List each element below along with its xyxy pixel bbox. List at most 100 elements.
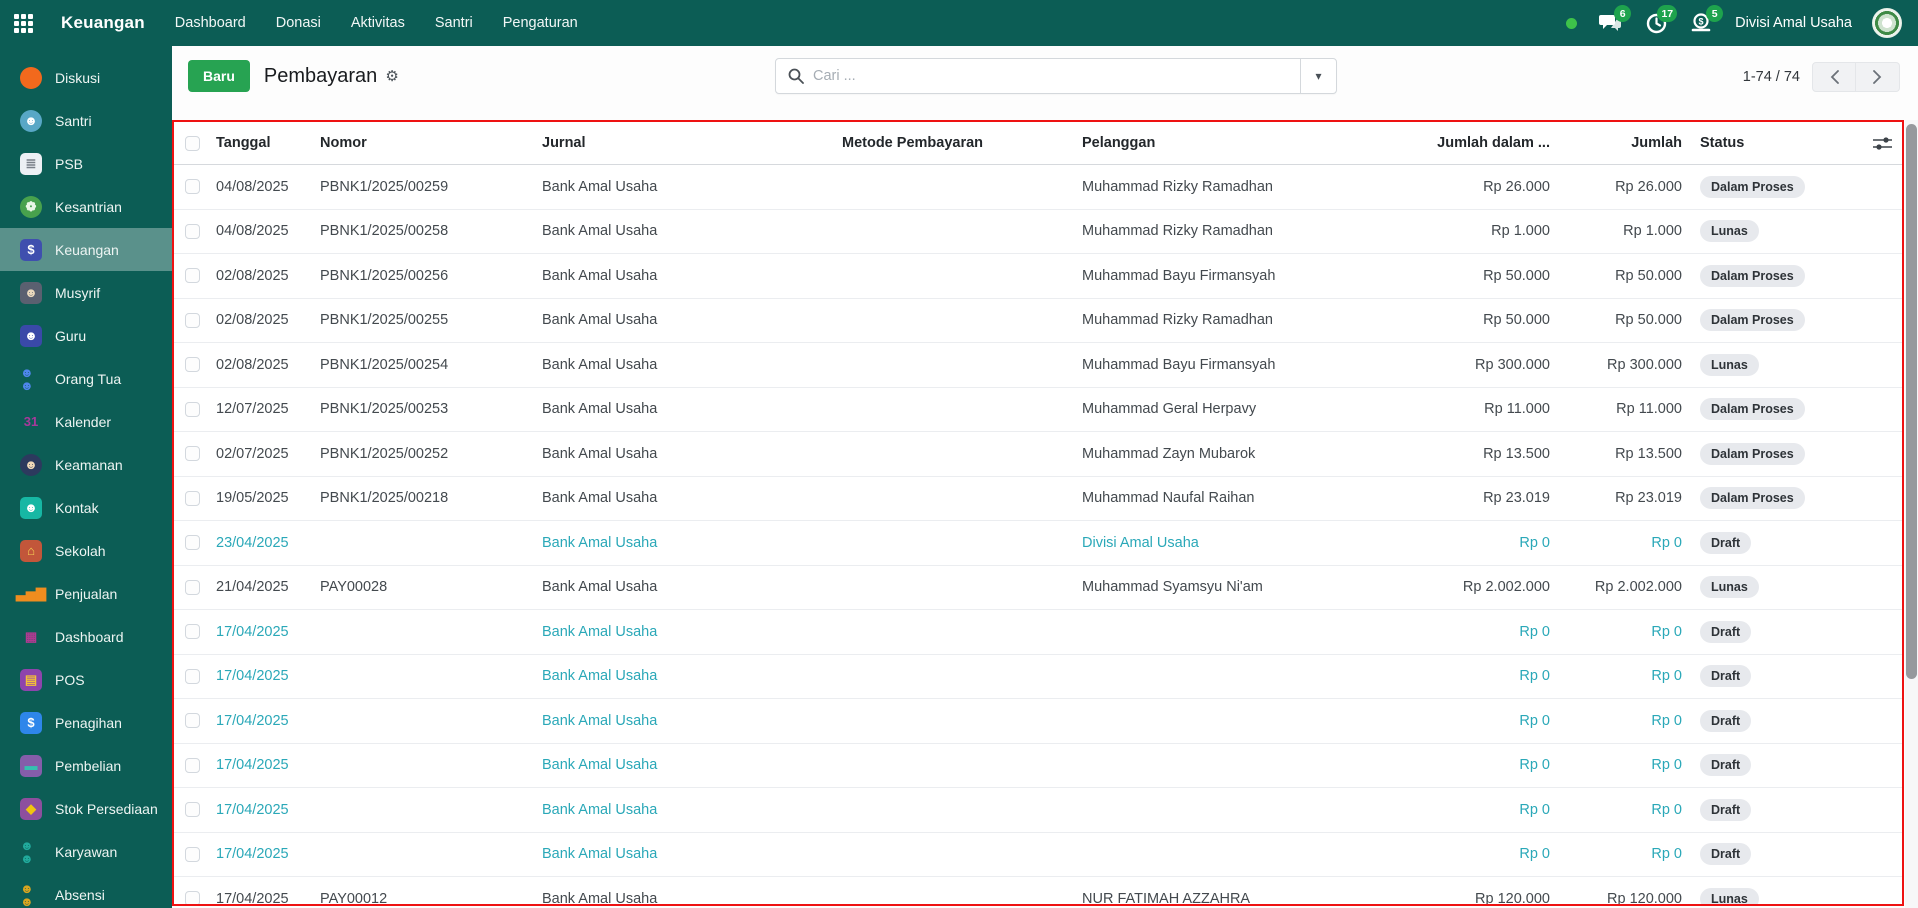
sidebar-item-dashboard[interactable]: ▦ Dashboard — [0, 615, 172, 658]
header-metode-pembayaran[interactable]: Metode Pembayaran — [836, 135, 1076, 151]
nav-menu-pengaturan[interactable]: Pengaturan — [503, 15, 578, 31]
pager-previous-button[interactable] — [1812, 62, 1856, 92]
row-checkbox[interactable] — [185, 535, 200, 550]
row-checkbox[interactable] — [185, 402, 200, 417]
cell-jumlah: Rp 0 — [1556, 624, 1688, 640]
sidebar-item-keuangan[interactable]: $ Keuangan — [0, 228, 172, 271]
table-row[interactable]: 12/07/2025 PBNK1/2025/00253 Bank Amal Us… — [174, 388, 1902, 433]
row-checkbox[interactable] — [185, 802, 200, 817]
sidebar-item-keamanan[interactable]: ☻ Keamanan — [0, 443, 172, 486]
table-row[interactable]: 23/04/2025 Bank Amal Usaha Divisi Amal U… — [174, 521, 1902, 566]
nav-menu-dashboard[interactable]: Dashboard — [175, 15, 246, 31]
cell-status: Draft — [1688, 710, 1902, 732]
gear-icon[interactable]: ⚙ — [385, 67, 398, 85]
sidebar-item-psb[interactable]: ≣ PSB — [0, 142, 172, 185]
cell-jurnal: Bank Amal Usaha — [536, 357, 836, 373]
table-row[interactable]: 02/07/2025 PBNK1/2025/00252 Bank Amal Us… — [174, 432, 1902, 477]
header-nomor[interactable]: Nomor — [314, 135, 536, 151]
sidebar-item-santri[interactable]: ☻ Santri — [0, 99, 172, 142]
nav-menu-aktivitas[interactable]: Aktivitas — [351, 15, 405, 31]
row-checkbox[interactable] — [185, 713, 200, 728]
table-row[interactable]: 04/08/2025 PBNK1/2025/00258 Bank Amal Us… — [174, 210, 1902, 255]
cell-jumlah: Rp 0 — [1556, 757, 1688, 773]
nav-menu-santri[interactable]: Santri — [435, 15, 473, 31]
cell-nomor: PBNK1/2025/00218 — [314, 490, 536, 506]
cell-jumlah: Rp 300.000 — [1556, 357, 1688, 373]
table-row[interactable]: 02/08/2025 PBNK1/2025/00254 Bank Amal Us… — [174, 343, 1902, 388]
sidebar-item-karyawan[interactable]: ☻☻ Karyawan — [0, 830, 172, 873]
sidebar-item-sekolah[interactable]: ⌂ Sekolah — [0, 529, 172, 572]
search-dropdown-toggle[interactable]: ▾ — [1300, 59, 1336, 93]
sidebar-item-kontak[interactable]: ☻ Kontak — [0, 486, 172, 529]
messages-button[interactable]: 6 — [1597, 11, 1623, 35]
sidebar-item-penjualan[interactable]: ▃▅▇ Penjualan — [0, 572, 172, 615]
sidebar-item-kesantrian[interactable]: ❁ Kesantrian — [0, 185, 172, 228]
sidebar-item-orang-tua[interactable]: ☻☻ Orang Tua — [0, 357, 172, 400]
table-row[interactable]: 17/04/2025 Bank Amal Usaha Rp 0 Rp 0 Dra… — [174, 699, 1902, 744]
sales-icon: ▃▅▇ — [20, 583, 42, 605]
chat-icon — [20, 67, 42, 89]
table-row[interactable]: 17/04/2025 Bank Amal Usaha Rp 0 Rp 0 Dra… — [174, 744, 1902, 789]
optional-columns-icon[interactable] — [1873, 136, 1892, 151]
app-brand[interactable]: Keuangan — [61, 13, 145, 33]
new-button[interactable]: Baru — [188, 60, 250, 92]
table-row[interactable]: 19/05/2025 PBNK1/2025/00218 Bank Amal Us… — [174, 477, 1902, 522]
row-checkbox[interactable] — [185, 491, 200, 506]
table-row[interactable]: 17/04/2025 Bank Amal Usaha Rp 0 Rp 0 Dra… — [174, 610, 1902, 655]
payments-button[interactable]: $ 5 — [1689, 11, 1715, 35]
cell-tanggal: 17/04/2025 — [210, 802, 314, 818]
sidebar-item-diskusi[interactable]: Diskusi — [0, 56, 172, 99]
user-name[interactable]: Divisi Amal Usaha — [1735, 15, 1852, 31]
sidebar-item-label: Kontak — [55, 500, 99, 516]
table-row[interactable]: 17/04/2025 PAY00012 Bank Amal Usaha NUR … — [174, 877, 1902, 906]
sidebar-item-stok-persediaan[interactable]: ◆ Stok Persediaan — [0, 787, 172, 830]
header-pelanggan[interactable]: Pelanggan — [1076, 135, 1328, 151]
row-checkbox[interactable] — [185, 224, 200, 239]
table-row[interactable]: 02/08/2025 PBNK1/2025/00255 Bank Amal Us… — [174, 299, 1902, 344]
row-checkbox[interactable] — [185, 580, 200, 595]
row-checkbox[interactable] — [185, 268, 200, 283]
header-status[interactable]: Status — [1700, 135, 1744, 151]
status-badge: Lunas — [1700, 888, 1759, 906]
sidebar-item-penagihan[interactable]: $ Penagihan — [0, 701, 172, 744]
sidebar-item-guru[interactable]: ☻ Guru — [0, 314, 172, 357]
sidebar-item-musyrif[interactable]: ☻ Musyrif — [0, 271, 172, 314]
avatar[interactable] — [1872, 8, 1902, 38]
table-row[interactable]: 17/04/2025 Bank Amal Usaha Rp 0 Rp 0 Dra… — [174, 655, 1902, 700]
row-checkbox[interactable] — [185, 758, 200, 773]
select-all-checkbox[interactable] — [185, 136, 200, 151]
row-checkbox[interactable] — [185, 313, 200, 328]
row-checkbox[interactable] — [185, 624, 200, 639]
sidebar-item-kalender[interactable]: 31 Kalender — [0, 400, 172, 443]
cell-jumlah: Rp 23.019 — [1556, 490, 1688, 506]
sidebar-item-pos[interactable]: ▤ POS — [0, 658, 172, 701]
vertical-scrollbar[interactable] — [1905, 120, 1918, 908]
row-checkbox-cell — [174, 802, 210, 817]
scrollbar-thumb[interactable] — [1906, 124, 1917, 679]
row-checkbox[interactable] — [185, 357, 200, 372]
table-row[interactable]: 17/04/2025 Bank Amal Usaha Rp 0 Rp 0 Dra… — [174, 788, 1902, 833]
status-badge: Lunas — [1700, 220, 1759, 242]
nav-menu-donasi[interactable]: Donasi — [276, 15, 321, 31]
table-row[interactable]: 04/08/2025 PBNK1/2025/00259 Bank Amal Us… — [174, 165, 1902, 210]
row-checkbox[interactable] — [185, 669, 200, 684]
activities-button[interactable]: 17 — [1643, 11, 1669, 35]
header-tanggal[interactable]: Tanggal — [210, 135, 314, 151]
table-row[interactable]: 21/04/2025 PAY00028 Bank Amal Usaha Muha… — [174, 566, 1902, 611]
table-row[interactable]: 17/04/2025 Bank Amal Usaha Rp 0 Rp 0 Dra… — [174, 833, 1902, 878]
cell-status: Dalam Proses — [1688, 265, 1902, 287]
cell-tanggal: 17/04/2025 — [210, 713, 314, 729]
sidebar-item-absensi[interactable]: ☻☻ Absensi — [0, 873, 172, 908]
search-input[interactable] — [813, 68, 1300, 84]
header-jumlah-dalam[interactable]: Jumlah dalam ... — [1328, 135, 1556, 151]
header-jumlah[interactable]: Jumlah — [1556, 135, 1688, 151]
row-checkbox[interactable] — [185, 891, 200, 906]
apps-grid-icon[interactable] — [14, 14, 33, 33]
sidebar-item-pembelian[interactable]: ▬ Pembelian — [0, 744, 172, 787]
row-checkbox[interactable] — [185, 446, 200, 461]
table-row[interactable]: 02/08/2025 PBNK1/2025/00256 Bank Amal Us… — [174, 254, 1902, 299]
row-checkbox[interactable] — [185, 847, 200, 862]
header-jurnal[interactable]: Jurnal — [536, 135, 836, 151]
row-checkbox[interactable] — [185, 179, 200, 194]
pager-next-button[interactable] — [1856, 62, 1900, 92]
